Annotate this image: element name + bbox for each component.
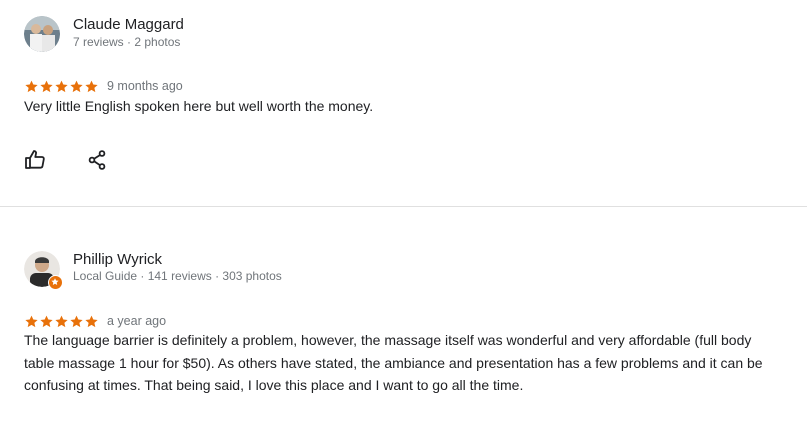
review-card: Claude Maggard 7 reviews · 2 photos 9 mo… bbox=[0, 0, 807, 206]
rating-row: a year ago bbox=[24, 313, 166, 329]
thumbs-up-icon bbox=[25, 150, 45, 169]
share-icon bbox=[88, 150, 106, 170]
star-icon bbox=[40, 80, 53, 92]
review-card: Phillip Wyrick Local Guide · 141 reviews… bbox=[0, 207, 807, 432]
avatar[interactable] bbox=[24, 251, 63, 290]
star-icon bbox=[40, 315, 53, 327]
review-text: The language barrier is definitely a pro… bbox=[24, 332, 763, 393]
avatar[interactable] bbox=[24, 16, 60, 52]
star-icon bbox=[25, 80, 38, 92]
reviewer-meta[interactable]: 7 reviews · 2 photos bbox=[73, 35, 180, 49]
reviewer-name[interactable]: Phillip Wyrick bbox=[73, 251, 162, 268]
share-button[interactable] bbox=[85, 148, 109, 172]
star-rating bbox=[24, 314, 99, 329]
local-guide-badge bbox=[48, 275, 63, 290]
rating-row: 9 months ago bbox=[24, 78, 183, 94]
review-time: a year ago bbox=[107, 314, 167, 328]
star-icon bbox=[85, 80, 98, 92]
profile-photo bbox=[24, 16, 60, 52]
reviewer-name[interactable]: Claude Maggard bbox=[73, 16, 184, 33]
review-text: Very little English spoken here but well… bbox=[24, 98, 374, 114]
star-icon bbox=[25, 315, 38, 327]
reviewer-meta[interactable]: Local Guide · 141 reviews · 303 photos bbox=[73, 269, 282, 283]
like-button[interactable] bbox=[23, 148, 47, 172]
star-icon bbox=[55, 80, 68, 92]
star-badge-icon bbox=[51, 278, 59, 285]
star-icon bbox=[85, 315, 98, 327]
star-icon bbox=[55, 315, 68, 327]
review-time: 9 months ago bbox=[107, 79, 183, 93]
star-icon bbox=[70, 315, 83, 327]
star-rating bbox=[24, 79, 99, 94]
star-icon bbox=[70, 80, 83, 92]
